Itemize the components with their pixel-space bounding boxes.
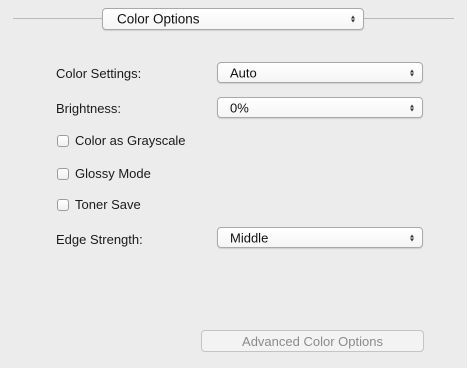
glossy-mode-label: Glossy Mode [75,166,151,181]
glossy-mode-checkbox[interactable]: Glossy Mode [57,166,151,181]
brightness-label: Brightness: [56,101,122,116]
toner-save-checkbox[interactable]: Toner Save [57,197,141,212]
popup-stepper-icon [410,69,414,76]
separator-right [364,18,454,19]
brightness-value: 0% [230,100,249,115]
popup-stepper-icon [410,234,414,241]
color-settings-value: Auto [230,65,257,80]
color-options-popup-value: Color Options [117,11,200,27]
popup-stepper-icon [351,15,355,23]
popup-stepper-icon [410,104,414,111]
brightness-popup[interactable]: 0% [217,97,423,118]
advanced-color-options-button[interactable]: Advanced Color Options [201,330,424,352]
color-options-popup[interactable]: Color Options [102,8,364,30]
checkbox-box-icon[interactable] [57,134,69,147]
color-settings-label: Color Settings: [56,66,142,81]
color-as-grayscale-label: Color as Grayscale [75,133,186,148]
edge-strength-label: Edge Strength: [56,232,143,247]
toner-save-label: Toner Save [75,197,141,212]
color-as-grayscale-checkbox[interactable]: Color as Grayscale [57,133,186,148]
edge-strength-popup[interactable]: Middle [217,227,423,248]
separator-left [13,18,102,19]
checkbox-box-icon[interactable] [57,198,69,211]
color-settings-popup[interactable]: Auto [217,62,423,83]
edge-strength-value: Middle [230,230,269,245]
checkbox-box-icon[interactable] [57,167,69,180]
